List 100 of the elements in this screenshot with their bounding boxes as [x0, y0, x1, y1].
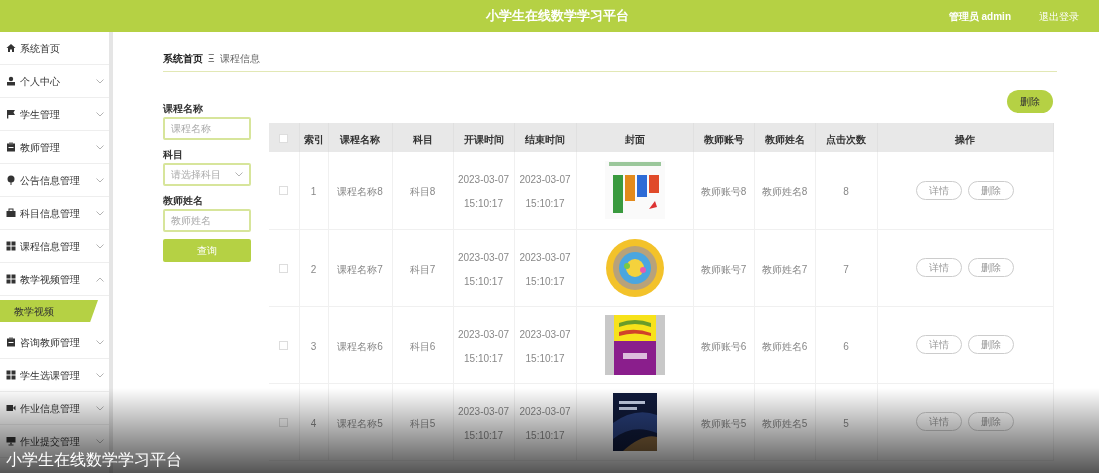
table-cell: 教师账号7 [700, 263, 747, 275]
sidebar-item[interactable]: 学生选课管理 [0, 359, 109, 392]
table-cell: 课程名称7 [337, 263, 383, 275]
table-cell: 2023-03-07 15:10:17 [457, 174, 510, 210]
flag-icon [6, 109, 16, 119]
sidebar-item[interactable]: 作业信息管理 [0, 392, 109, 425]
sidebar-label: 科目信息管理 [20, 206, 80, 221]
column-header: 教师姓名 [764, 133, 805, 145]
table-cell: 课程名称8 [337, 186, 383, 198]
table-cell: 科目6 [409, 340, 436, 352]
table-cell: 教师姓名5 [761, 417, 808, 429]
input-field[interactable]: 课程名称 [163, 117, 251, 140]
column-header: 操作 [955, 133, 975, 145]
clipboard-icon [6, 142, 16, 152]
select-all-checkbox[interactable] [279, 133, 289, 143]
sidebar-label: 学生管理 [20, 107, 60, 122]
briefcase-icon [6, 208, 16, 218]
sidebar-item[interactable]: 课程信息管理 [0, 230, 109, 263]
table-cell: 2 [310, 263, 317, 275]
table-cell: 教师姓名8 [761, 186, 808, 198]
row-checkbox[interactable] [279, 186, 289, 196]
sidebar-label: 课程信息管理 [20, 239, 80, 254]
user-label: 管理员 admin [948, 9, 1011, 24]
field-label: 课程名称 [163, 102, 204, 116]
row-checkbox[interactable] [279, 340, 289, 350]
select-placeholder: 请选择科目 [171, 168, 221, 182]
chevron-down-icon [96, 339, 104, 345]
table-cell: 2023-03-07 15:10:17 [519, 405, 571, 441]
table-cell: 课程名称6 [337, 340, 383, 352]
table-cell: 2023-03-07 15:10:17 [519, 251, 571, 287]
chevron-down-icon [235, 172, 243, 177]
sidebar-item[interactable]: 科目信息管理 [0, 197, 109, 230]
table-cell: 2023-03-07 15:10:17 [519, 174, 571, 210]
table-cell: 2023-03-07 15:10:17 [457, 251, 510, 287]
column-header: 封面 [624, 133, 645, 145]
table-cell: 4 [310, 417, 317, 429]
sidebar-label: 教师管理 [20, 140, 60, 155]
grid-icon [6, 370, 16, 380]
input-field[interactable]: 教师姓名 [163, 209, 251, 232]
chevron-down-icon [96, 177, 104, 183]
row-checkbox[interactable] [279, 417, 289, 427]
sidebar-label: 作业提交管理 [20, 434, 80, 449]
table-cell: 科目7 [409, 263, 436, 275]
sidebar-label: 教学视频管理 [20, 272, 80, 287]
sidebar-label: 作业信息管理 [20, 401, 80, 416]
sidebar-subitem[interactable]: 教学视频 [0, 300, 98, 322]
table-cell: 8 [843, 186, 849, 198]
delete-button[interactable]: 删除 [1007, 90, 1053, 113]
sidebar-label: 咨询教师管理 [20, 335, 80, 350]
table-cell: 教师姓名6 [761, 340, 808, 352]
sidebar-item[interactable]: 公告信息管理 [0, 164, 109, 197]
grid-icon [6, 274, 16, 284]
column-header: 科目 [412, 133, 433, 145]
table-cell: 2023-03-07 15:10:17 [519, 328, 571, 364]
table-cell: 3 [310, 340, 317, 352]
chevron-down-icon [96, 243, 104, 249]
column-header: 点击次数 [826, 133, 866, 145]
sidebar-label: 公告信息管理 [20, 173, 80, 188]
table-cell: 2023-03-07 15:10:17 [457, 405, 510, 441]
table-cell: 5 [843, 417, 849, 429]
sidebar-item[interactable]: 教学视频管理 [0, 263, 109, 296]
column-header: 课程名称 [340, 133, 380, 145]
table-cell: 课程名称5 [337, 417, 383, 429]
table-cell: 科目5 [409, 417, 436, 429]
chevron-down-icon [96, 111, 104, 117]
clipboard-icon [6, 337, 16, 347]
table-cell: 教师账号8 [700, 186, 747, 198]
chevron-down-icon [96, 78, 104, 84]
home-icon [6, 43, 16, 53]
column-header: 教师账号 [703, 133, 744, 145]
grid-icon [6, 241, 16, 251]
chevron-down-icon [96, 372, 104, 378]
chevron-down-icon [96, 405, 104, 411]
breadcrumb-home[interactable]: 系统首页 [163, 51, 203, 66]
table-cell: 1 [310, 186, 317, 198]
column-header: 结束时间 [525, 133, 565, 145]
sidebar-item[interactable]: 学生管理 [0, 98, 109, 131]
sidebar-item[interactable]: 咨询教师管理 [0, 326, 109, 359]
user-icon [6, 76, 16, 86]
sidebar-item[interactable]: 系统首页 [0, 32, 109, 65]
chevron-down-icon [96, 438, 104, 444]
breadcrumb-separator: Ξ [208, 52, 215, 66]
sidebar-label: 学生选课管理 [20, 368, 80, 383]
breadcrumb-current: 课程信息 [219, 52, 260, 66]
sidebar-label: 个人中心 [20, 74, 60, 89]
table-cell: 教师姓名7 [761, 263, 808, 275]
field-label: 教师姓名 [163, 194, 204, 208]
table-cell: 2023-03-07 15:10:17 [457, 328, 510, 364]
column-header: 索引 [303, 133, 324, 145]
table-cell: 教师账号6 [700, 340, 747, 352]
sidebar-item[interactable]: 个人中心 [0, 65, 109, 98]
pin-icon [6, 175, 16, 185]
sidebar-label: 系统首页 [20, 41, 60, 56]
monitor-icon [6, 436, 16, 446]
row-checkbox[interactable] [279, 263, 289, 273]
sidebar-item[interactable]: 教师管理 [0, 131, 109, 164]
table-cell: 6 [843, 340, 849, 352]
chevron-down-icon [96, 144, 104, 150]
table-cell: 科目8 [409, 186, 436, 198]
table-cell: 7 [843, 263, 849, 275]
